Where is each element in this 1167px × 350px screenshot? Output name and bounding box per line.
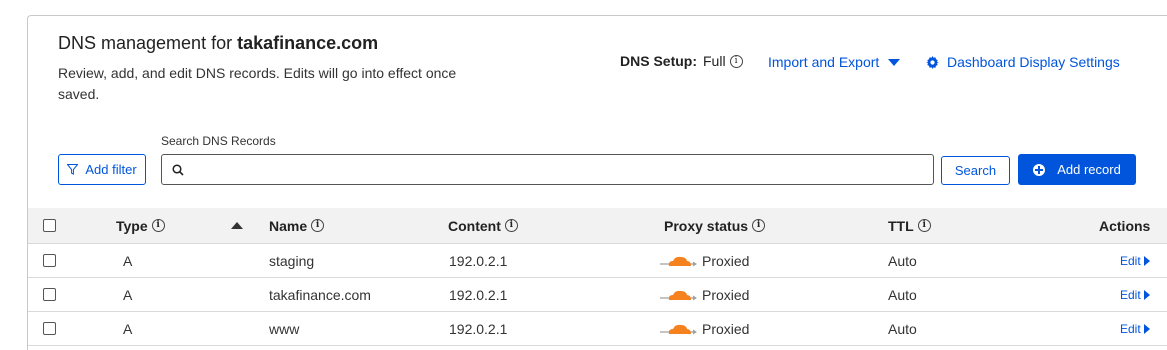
chevron-right-icon — [1143, 289, 1150, 300]
import-export-dropdown[interactable]: Import and Export — [768, 54, 901, 70]
edit-label: Edit — [1120, 321, 1141, 336]
page-description: Review, add, and edit DNS records. Edits… — [58, 65, 457, 102]
table-row: A www 192.0.2.1 Proxied Auto Edit — [28, 312, 1167, 346]
search-label: Search DNS Records — [161, 134, 276, 148]
row-select-cell — [43, 278, 56, 311]
info-icon[interactable]: i — [504, 219, 518, 232]
edit-link-wrapper: Edit — [1120, 254, 1150, 268]
table-row: A staging 192.0.2.1 Proxied Auto Edit — [28, 244, 1167, 278]
proxied-cloud-icon — [660, 324, 697, 334]
column-ttl-label: TTL — [888, 217, 914, 234]
dns-setup: DNS Setup: Full i — [620, 53, 743, 69]
row-proxy-status: Proxied — [660, 244, 749, 277]
dns-management-card: DNS management for takafinance.com Revie… — [27, 15, 1167, 350]
column-content[interactable]: Content i — [448, 208, 518, 243]
edit-link-wrapper: Edit — [1120, 322, 1150, 336]
page-title: DNS management for takafinance.com — [58, 33, 378, 54]
plus-circle-icon — [1033, 163, 1046, 176]
import-export-label: Import and Export — [768, 54, 880, 70]
column-content-label: Content — [448, 217, 501, 234]
row-content: 192.0.2.1 — [449, 286, 508, 303]
column-type-label: Type — [116, 217, 148, 234]
select-all-checkbox[interactable] — [43, 219, 56, 232]
dashboard-display-settings-link[interactable]: Dashboard Display Settings — [926, 54, 1120, 70]
row-edit-link[interactable]: Edit — [1120, 244, 1150, 277]
column-name[interactable]: Name i — [269, 208, 325, 243]
gear-icon — [926, 55, 939, 69]
info-icon[interactable]: i — [729, 54, 743, 68]
edit-link-wrapper: Edit — [1120, 288, 1150, 302]
search-dns-records-field[interactable] — [161, 154, 934, 185]
proxied-cloud-icon — [660, 256, 697, 266]
add-record-button[interactable]: Add record — [1018, 154, 1136, 185]
edit-label: Edit — [1120, 287, 1141, 302]
row-select-cell — [43, 312, 56, 345]
column-name-label: Name — [269, 217, 308, 234]
column-type[interactable]: Type i — [116, 208, 165, 243]
row-type: A — [123, 286, 133, 303]
column-proxy-status[interactable]: Proxy status i — [664, 208, 766, 243]
info-icon[interactable]: i — [752, 219, 766, 232]
title-prefix: DNS management for — [58, 33, 233, 53]
dns-setup-label: DNS Setup: — [620, 53, 697, 69]
info-icon[interactable]: i — [151, 219, 165, 232]
chevron-right-icon — [1143, 255, 1150, 266]
row-ttl: Auto — [888, 320, 917, 337]
row-ttl: Auto — [888, 286, 917, 303]
row-checkbox[interactable] — [43, 254, 56, 267]
row-name: www — [269, 320, 300, 337]
row-content: 192.0.2.1 — [449, 252, 508, 269]
table-row: A takafinance.com 192.0.2.1 Proxied Auto… — [28, 278, 1167, 312]
add-filter-button[interactable]: Add filter — [58, 154, 146, 185]
row-select-cell — [43, 244, 56, 277]
row-checkbox[interactable] — [43, 288, 56, 301]
column-proxy-label: Proxy status — [664, 217, 749, 234]
dns-setup-value: Full — [703, 53, 726, 69]
sort-cell — [231, 208, 243, 243]
row-proxy-status: Proxied — [660, 278, 749, 311]
row-name: takafinance.com — [269, 286, 371, 303]
select-all-cell — [43, 208, 56, 243]
edit-label: Edit — [1120, 253, 1141, 268]
row-name: staging — [269, 252, 315, 269]
row-ttl: Auto — [888, 252, 917, 269]
title-domain: takafinance.com — [237, 33, 379, 53]
chevron-right-icon — [1143, 323, 1150, 334]
search-button[interactable]: Search — [941, 156, 1010, 185]
row-type: A — [123, 320, 133, 337]
row-checkbox[interactable] — [43, 322, 56, 335]
proxy-status-label: Proxied — [702, 286, 750, 303]
row-content: 192.0.2.1 — [449, 320, 508, 337]
proxy-status-label: Proxied — [702, 252, 750, 269]
caret-down-icon — [888, 59, 901, 66]
table-header: Type i Name i Content i Proxy status i T… — [28, 208, 1167, 244]
column-ttl[interactable]: TTL i — [888, 208, 931, 243]
column-actions: Actions — [1099, 217, 1151, 234]
row-edit-link[interactable]: Edit — [1120, 312, 1150, 345]
add-record-label: Add record — [1057, 162, 1121, 177]
sort-ascending-icon[interactable] — [231, 222, 243, 229]
search-icon — [172, 163, 184, 176]
add-filter-label: Add filter — [85, 162, 137, 177]
info-icon[interactable]: i — [917, 219, 931, 232]
row-proxy-status: Proxied — [660, 312, 749, 345]
row-edit-link[interactable]: Edit — [1120, 278, 1150, 311]
info-icon[interactable]: i — [311, 219, 325, 232]
proxy-status-label: Proxied — [702, 320, 750, 337]
dashboard-settings-label: Dashboard Display Settings — [947, 54, 1120, 70]
filter-icon — [67, 164, 79, 175]
row-type: A — [123, 252, 133, 269]
proxied-cloud-icon — [660, 290, 697, 300]
search-input[interactable] — [190, 155, 933, 184]
